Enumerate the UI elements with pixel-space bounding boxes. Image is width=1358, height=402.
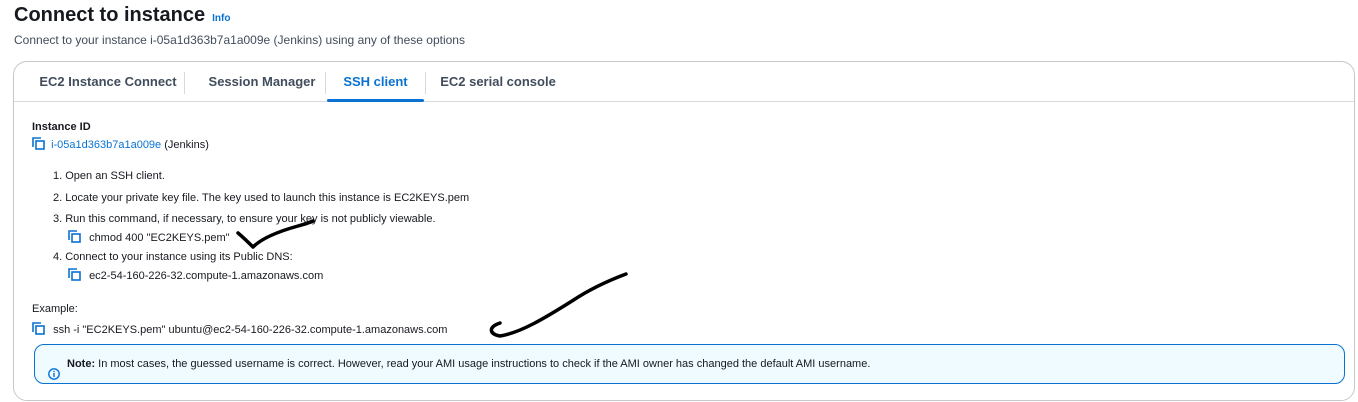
tab-separator [425, 72, 426, 94]
example-command-row: ssh -i "EC2KEYS.pem" ubuntu@ec2-54-160-2… [32, 322, 447, 336]
public-dns-row: ec2-54-160-226-32.compute-1.amazonaws.co… [68, 268, 323, 282]
step-4: 4. Connect to your instance using its Pu… [53, 251, 293, 263]
tab-session-manager[interactable]: Session Manager [200, 62, 324, 101]
instance-id-link[interactable]: i-05a1d363b7a1a009e [51, 139, 161, 151]
step-3: 3. Run this command, if necessary, to en… [53, 213, 436, 225]
info-circle-icon [48, 358, 60, 380]
info-link[interactable]: Info [212, 13, 230, 24]
step-1: 1. Open an SSH client. [53, 170, 165, 182]
copy-icon[interactable] [32, 322, 45, 335]
tab-ec2-instance-connect[interactable]: EC2 Instance Connect [32, 62, 184, 101]
tab-separator [325, 72, 326, 94]
page-title: Connect to instance [14, 4, 206, 26]
note-alert: Note: In most cases, the guessed usernam… [34, 344, 1345, 384]
step-2: 2. Locate your private key file. The key… [53, 192, 470, 204]
page-subtitle: Connect to your instance i-05a1d363b7a1a… [14, 33, 465, 47]
tab-bar: EC2 Instance Connect Session Manager SSH… [14, 62, 1354, 102]
example-label: Example: [32, 303, 78, 315]
copy-icon[interactable] [32, 137, 45, 150]
connect-panel: EC2 Instance Connect Session Manager SSH… [13, 61, 1355, 401]
chmod-command: chmod 400 "EC2KEYS.pem" [89, 232, 230, 244]
tab-ec2-serial-console[interactable]: EC2 serial console [440, 62, 556, 101]
copy-icon[interactable] [68, 230, 81, 243]
tab-separator [184, 72, 185, 94]
note-text: In most cases, the guessed username is c… [95, 358, 871, 370]
instance-name: (Jenkins) [164, 139, 209, 151]
public-dns: ec2-54-160-226-32.compute-1.amazonaws.co… [89, 270, 324, 282]
example-command: ssh -i "EC2KEYS.pem" ubuntu@ec2-54-160-2… [53, 324, 448, 336]
note-label: Note: [67, 358, 96, 370]
instance-id-row: i-05a1d363b7a1a009e (Jenkins) [32, 137, 209, 151]
page-header: Connect to instance Info Connect to your… [14, 4, 465, 47]
title-row: Connect to instance Info [14, 4, 465, 27]
copy-icon[interactable] [68, 268, 81, 281]
chmod-command-row: chmod 400 "EC2KEYS.pem" [68, 230, 230, 244]
instance-id-label: Instance ID [32, 121, 91, 133]
tab-ssh-client[interactable]: SSH client [327, 62, 424, 102]
